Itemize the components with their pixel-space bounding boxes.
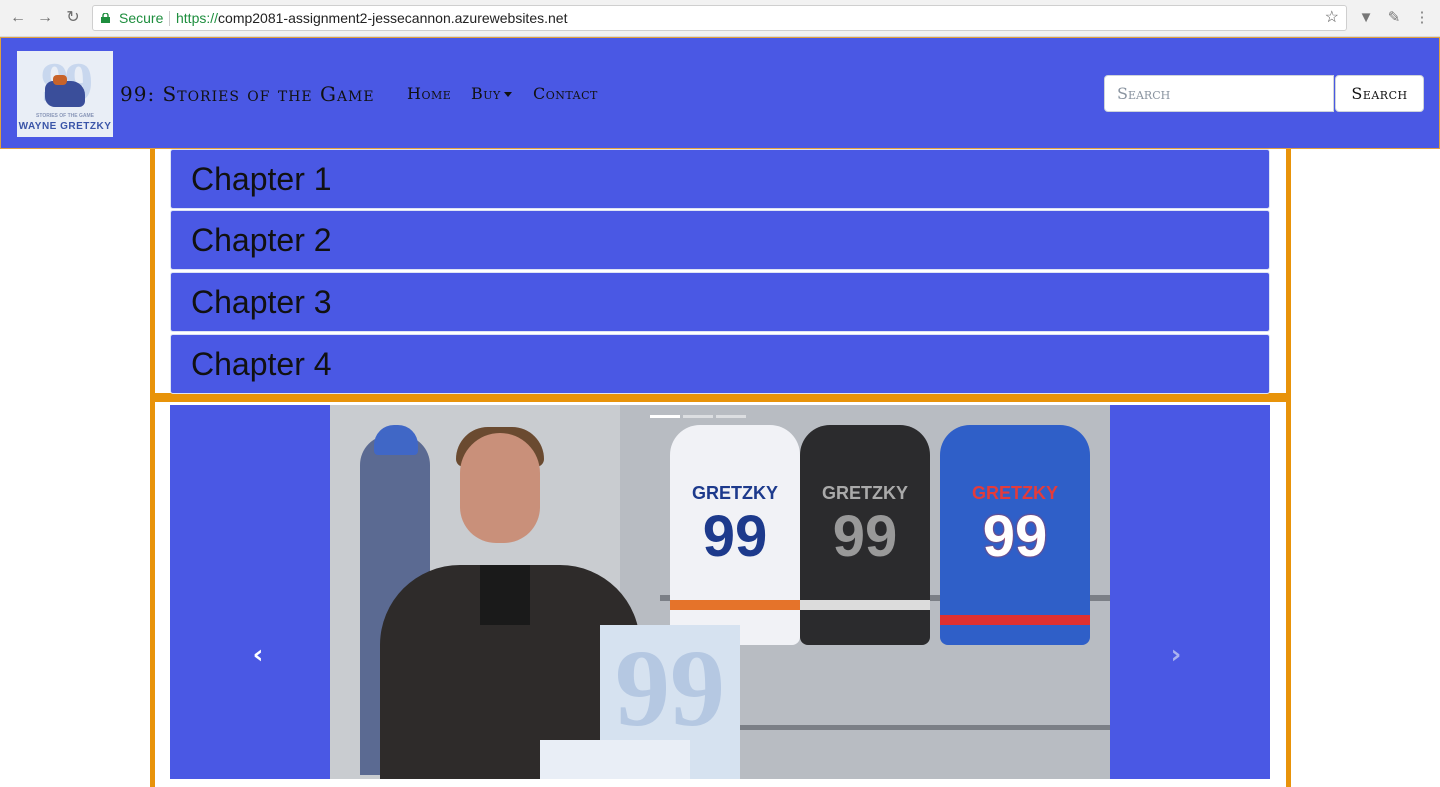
- jersey-name: GRETZKY: [691, 483, 778, 503]
- jersey-name: GRETZKY: [821, 483, 908, 503]
- lock-icon: [101, 13, 110, 23]
- nav-buy-dropdown[interactable]: Buy: [471, 84, 512, 103]
- vue-devtools-icon[interactable]: ▼: [1356, 8, 1376, 28]
- url-text: https://comp2081-assignment2-jessecannon…: [176, 6, 567, 30]
- url-protocol: https://: [176, 10, 219, 26]
- jersey-stripe: [670, 600, 800, 610]
- jersey-rangers: GRETZKY 99: [940, 425, 1090, 645]
- forward-icon[interactable]: →: [35, 8, 55, 28]
- bookmark-star-icon[interactable]: ☆: [1325, 6, 1339, 30]
- url-host: comp2081-assignment2-jessecannon.azurewe…: [218, 10, 568, 26]
- jersey-number: 99: [702, 504, 768, 569]
- address-separator: [169, 11, 170, 26]
- address-bar[interactable]: Secure https://comp2081-assignment2-jess…: [92, 5, 1347, 31]
- jersey-stripe: [800, 600, 930, 610]
- chapter-4-card[interactable]: Chapter 4: [170, 334, 1270, 394]
- carousel-indicator[interactable]: [716, 415, 746, 418]
- chapter-2-card[interactable]: Chapter 2: [170, 210, 1270, 270]
- book-cover-logo[interactable]: 99 STORIES OF THE GAME WAYNE GRETZKY: [17, 51, 113, 137]
- site-brand[interactable]: 99: Stories of the Game: [120, 82, 375, 106]
- jersey-stripe: [940, 615, 1090, 625]
- chevron-right-icon[interactable]: ›: [1164, 642, 1188, 668]
- carousel-indicators: [650, 405, 790, 418]
- jersey-number: 99: [832, 504, 898, 569]
- search-input[interactable]: [1104, 75, 1334, 112]
- nav-contact-link[interactable]: Contact: [533, 84, 598, 103]
- book-in-hand: [540, 740, 690, 779]
- nav-home-link[interactable]: Home: [407, 84, 451, 103]
- carousel-indicator[interactable]: [683, 415, 713, 418]
- browser-menu-icon[interactable]: ⋮: [1412, 8, 1432, 28]
- chapter-title: Chapter 2: [191, 222, 332, 258]
- site-navbar: 99 STORIES OF THE GAME WAYNE GRETZKY 99:…: [0, 37, 1440, 149]
- poster-number: 99: [615, 627, 725, 749]
- jersey-name: GRETZKY: [971, 483, 1058, 503]
- jersey-oilers: GRETZKY 99: [670, 425, 800, 645]
- eyedropper-icon[interactable]: ✎: [1384, 8, 1404, 28]
- nav-buy-label: Buy: [471, 84, 501, 103]
- jersey-number: 99: [982, 504, 1048, 569]
- logo-author-name: WAYNE GRETZKY: [18, 121, 112, 132]
- person-shirt: [480, 565, 530, 625]
- logo-player-graphic: [45, 75, 85, 107]
- carousel-slide-image: GRETZKY 99 GRETZKY 99 GRETZKY 99 99: [330, 405, 1110, 779]
- person-face: [460, 433, 540, 543]
- chapter-title: Chapter 4: [191, 346, 332, 382]
- chapter-title: Chapter 3: [191, 284, 332, 320]
- jersey-kings: GRETZKY 99: [800, 425, 930, 645]
- chevron-down-icon: [503, 92, 512, 97]
- chevron-left-icon[interactable]: ‹: [246, 642, 270, 668]
- chapter-title: Chapter 1: [191, 161, 332, 197]
- secure-label: Secure: [119, 10, 164, 26]
- back-icon[interactable]: ←: [8, 8, 28, 28]
- chapter-3-card[interactable]: Chapter 3: [170, 272, 1270, 332]
- browser-toolbar: ← → ↻ Secure https://comp2081-assignment…: [0, 0, 1440, 37]
- reload-icon[interactable]: ↻: [63, 8, 83, 28]
- chapter-1-card[interactable]: Chapter 1: [170, 149, 1270, 209]
- carousel-indicator[interactable]: [650, 415, 680, 418]
- image-carousel: GRETZKY 99 GRETZKY 99 GRETZKY 99 99 ‹ ›: [170, 405, 1270, 779]
- search-button[interactable]: Search: [1335, 75, 1424, 112]
- logo-subtitle: STORIES OF THE GAME: [36, 113, 94, 119]
